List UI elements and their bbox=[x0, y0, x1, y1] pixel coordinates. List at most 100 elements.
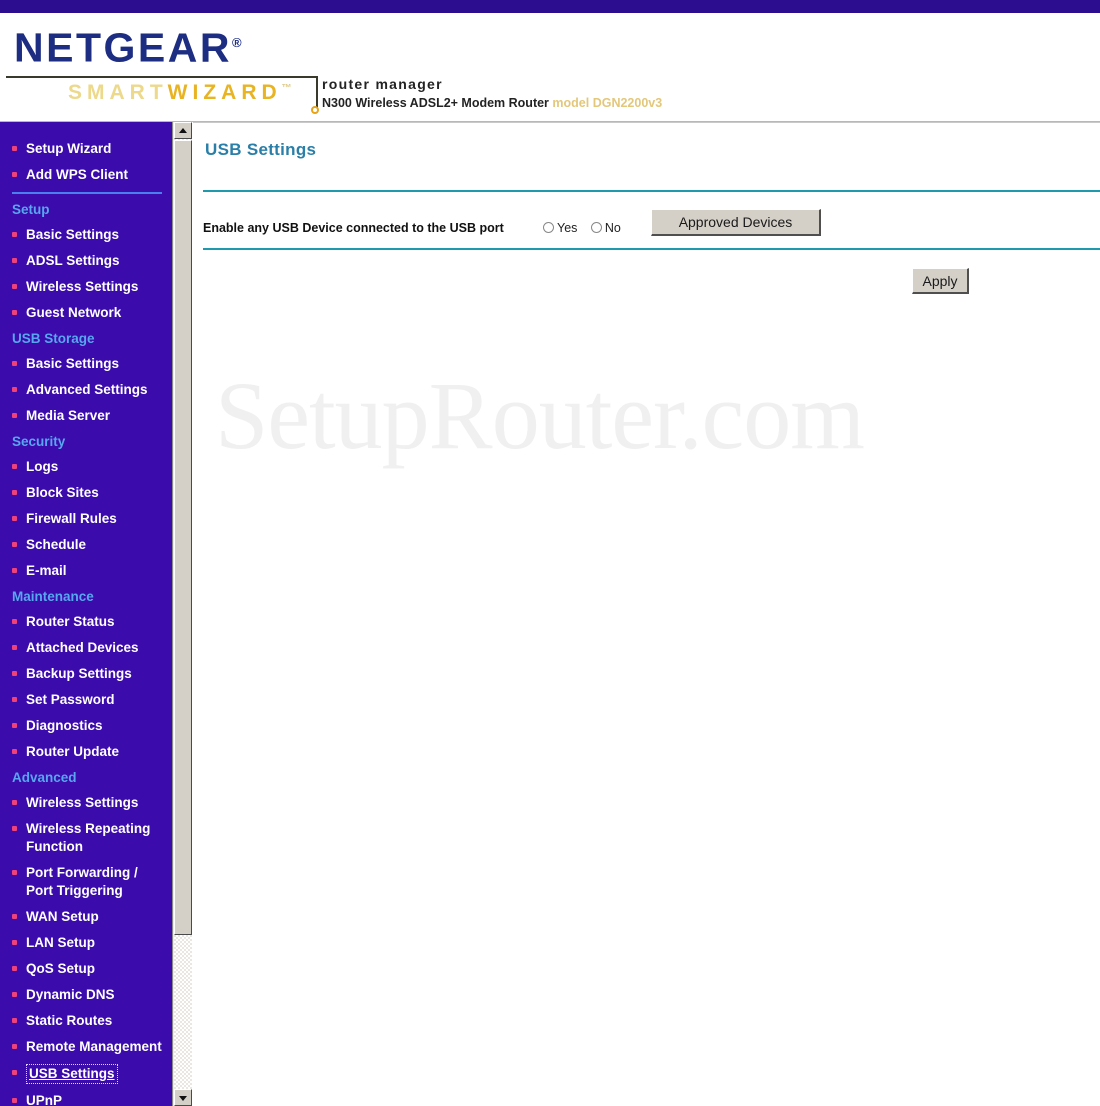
sidebar-item-label-box: Schedule bbox=[26, 537, 86, 552]
sidebar-item-wan-setup[interactable]: WAN Setup bbox=[0, 904, 172, 930]
sidebar-item-label-box: Setup Wizard bbox=[26, 141, 111, 156]
sidebar-item-set-password[interactable]: Set Password bbox=[0, 687, 172, 713]
sidebar-item-firewall-rules[interactable]: Firewall Rules bbox=[0, 506, 172, 532]
sidebar-item-label-box: Basic Settings bbox=[26, 227, 119, 242]
bullet-icon bbox=[12, 146, 17, 151]
smartwizard-wordmark: SMARTWIZARD™ bbox=[68, 81, 292, 105]
sidebar-section-advanced: Advanced bbox=[12, 770, 77, 785]
bullet-icon bbox=[12, 619, 17, 624]
sidebar-item-advanced-settings[interactable]: Advanced Settings bbox=[0, 377, 172, 403]
sidebar-item-label-box: Logs bbox=[26, 459, 58, 474]
sidebar-item-basic-settings[interactable]: Basic Settings bbox=[0, 351, 172, 377]
triangle-down-icon bbox=[179, 1095, 187, 1101]
sidebar-item-backup-settings[interactable]: Backup Settings bbox=[0, 661, 172, 687]
sidebar-item-label-box: Guest Network bbox=[26, 305, 121, 320]
sidebar-item-schedule[interactable]: Schedule bbox=[0, 532, 172, 558]
sidebar-item-add-wps-client[interactable]: Add WPS Client bbox=[0, 162, 172, 188]
sidebar-section-setup: Setup bbox=[12, 202, 50, 217]
sidebar-item-wireless-repeating-function[interactable]: Wireless Repeating Function bbox=[0, 816, 172, 860]
netgear-wordmark: NETGEAR® bbox=[14, 21, 318, 70]
apply-button[interactable]: Apply bbox=[912, 268, 969, 294]
sidebar-item-label: Port Forwarding / Port Triggering bbox=[26, 865, 138, 898]
sidebar-item-attached-devices[interactable]: Attached Devices bbox=[0, 635, 172, 661]
bullet-icon bbox=[12, 723, 17, 728]
sidebar-item-label: QoS Setup bbox=[26, 961, 96, 976]
bullet-icon bbox=[12, 749, 17, 754]
scroll-down-button[interactable] bbox=[174, 1089, 192, 1106]
bullet-icon bbox=[12, 870, 17, 875]
sidebar-region: Setup Wizard Add WPS Client Setup Basic Set… bbox=[0, 122, 192, 1106]
bullet-icon bbox=[12, 645, 17, 650]
sidebar-item-label: Static Routes bbox=[26, 1013, 113, 1028]
main-content: USB Settings Enable any USB Device conne… bbox=[193, 122, 1100, 1106]
sidebar-item-label: Add WPS Client bbox=[26, 167, 128, 182]
sidebar-item-label: Router Update bbox=[26, 744, 120, 759]
sidebar-item-label: Set Password bbox=[26, 692, 115, 707]
bullet-icon bbox=[12, 1098, 17, 1103]
sidebar-item-label-box: LAN Setup bbox=[26, 935, 95, 950]
radio-label-no: No bbox=[604, 221, 621, 235]
approved-devices-button[interactable]: Approved Devices bbox=[651, 209, 821, 236]
sidebar-item-label: Wireless Settings bbox=[26, 279, 139, 294]
sidebar-item-lan-setup[interactable]: LAN Setup bbox=[0, 930, 172, 956]
sidebar-item-label-box: Add WPS Client bbox=[26, 167, 128, 182]
sidebar-item-usb-settings[interactable]: USB Settings bbox=[0, 1060, 172, 1088]
sidebar-item-qos-setup[interactable]: QoS Setup bbox=[0, 956, 172, 982]
sidebar-item-label: Basic Settings bbox=[26, 227, 120, 242]
sidebar-item-upnp[interactable]: UPnP bbox=[0, 1088, 172, 1106]
sidebar-nav-list: Setup Wizard Add WPS Client Setup Basic Set… bbox=[0, 122, 172, 1106]
sidebar-item-label: Backup Settings bbox=[26, 666, 132, 681]
bullet-icon bbox=[12, 914, 17, 919]
sidebar-item-label-box: Router Update bbox=[26, 744, 119, 759]
sidebar-scrollbar[interactable] bbox=[172, 122, 192, 1106]
section-rule-bottom bbox=[203, 248, 1100, 250]
bullet-icon bbox=[12, 490, 17, 495]
sidebar-item-label: Router Status bbox=[26, 614, 115, 629]
bullet-icon bbox=[12, 258, 17, 263]
sidebar-item-label: Guest Network bbox=[26, 305, 122, 320]
sidebar-item-label: Setup Wizard bbox=[26, 141, 112, 156]
sidebar-item-label-box: UPnP bbox=[26, 1093, 62, 1106]
logo-divider-elbow bbox=[316, 76, 318, 109]
sidebar-item-diagnostics[interactable]: Diagnostics bbox=[0, 713, 172, 739]
bullet-icon bbox=[12, 284, 17, 289]
sidebar-item-dynamic-dns[interactable]: Dynamic DNS bbox=[0, 982, 172, 1008]
sidebar-item-router-status[interactable]: Router Status bbox=[0, 609, 172, 635]
radio-button-no[interactable] bbox=[590, 222, 602, 233]
section-rule-top bbox=[203, 190, 1100, 192]
sidebar-item-wireless-settings[interactable]: Wireless Settings bbox=[0, 274, 172, 300]
scrollbar-thumb[interactable] bbox=[174, 140, 192, 935]
sidebar-item-label: Dynamic DNS bbox=[26, 987, 115, 1002]
sidebar-item-label: Wireless Repeating Function bbox=[26, 821, 151, 854]
sidebar-item-media-server[interactable]: Media Server bbox=[0, 403, 172, 429]
sidebar-item-remote-management[interactable]: Remote Management bbox=[0, 1034, 172, 1060]
sidebar-item-adsl-settings[interactable]: ADSL Settings bbox=[0, 248, 172, 274]
bullet-icon bbox=[12, 232, 17, 237]
sidebar-item-basic-settings[interactable]: Basic Settings bbox=[0, 222, 172, 248]
scroll-up-button[interactable] bbox=[174, 122, 192, 139]
header-product-info: router manager N300 Wireless ADSL2+ Mode… bbox=[322, 75, 662, 112]
radio-option-yes[interactable]: Yes bbox=[543, 219, 577, 237]
radio-button-yes[interactable] bbox=[543, 222, 554, 233]
sidebar-item-static-routes[interactable]: Static Routes bbox=[0, 1008, 172, 1034]
usb-enable-radio-group[interactable]: Yes No bbox=[543, 219, 630, 237]
sidebar-item-router-update[interactable]: Router Update bbox=[0, 739, 172, 765]
radio-option-no[interactable]: No bbox=[590, 219, 621, 237]
sidebar-item-label: UPnP bbox=[26, 1093, 63, 1106]
logo-divider-rule bbox=[6, 76, 318, 78]
sidebar-item-label-box: Block Sites bbox=[26, 485, 99, 500]
sidebar-item-guest-network[interactable]: Guest Network bbox=[0, 300, 172, 326]
sidebar-item-label-box: E-mail bbox=[26, 563, 67, 578]
sidebar-item-label: Media Server bbox=[26, 408, 111, 423]
sidebar-item-e-mail[interactable]: E-mail bbox=[0, 558, 172, 584]
sidebar-item-block-sites[interactable]: Block Sites bbox=[0, 480, 172, 506]
sidebar-item-label-box: Advanced Settings bbox=[26, 382, 148, 397]
bullet-icon bbox=[12, 516, 17, 521]
sidebar-item-label-box: Remote Management bbox=[26, 1039, 162, 1054]
sidebar-item-setup-wizard[interactable]: Setup Wizard bbox=[0, 136, 172, 162]
sidebar-item-label: Logs bbox=[26, 459, 59, 474]
sidebar-item-wireless-settings[interactable]: Wireless Settings bbox=[0, 790, 172, 816]
sidebar-item-label: Attached Devices bbox=[26, 640, 139, 655]
sidebar-item-logs[interactable]: Logs bbox=[0, 454, 172, 480]
sidebar-item-port-forwarding-port-triggering[interactable]: Port Forwarding / Port Triggering bbox=[0, 860, 172, 904]
